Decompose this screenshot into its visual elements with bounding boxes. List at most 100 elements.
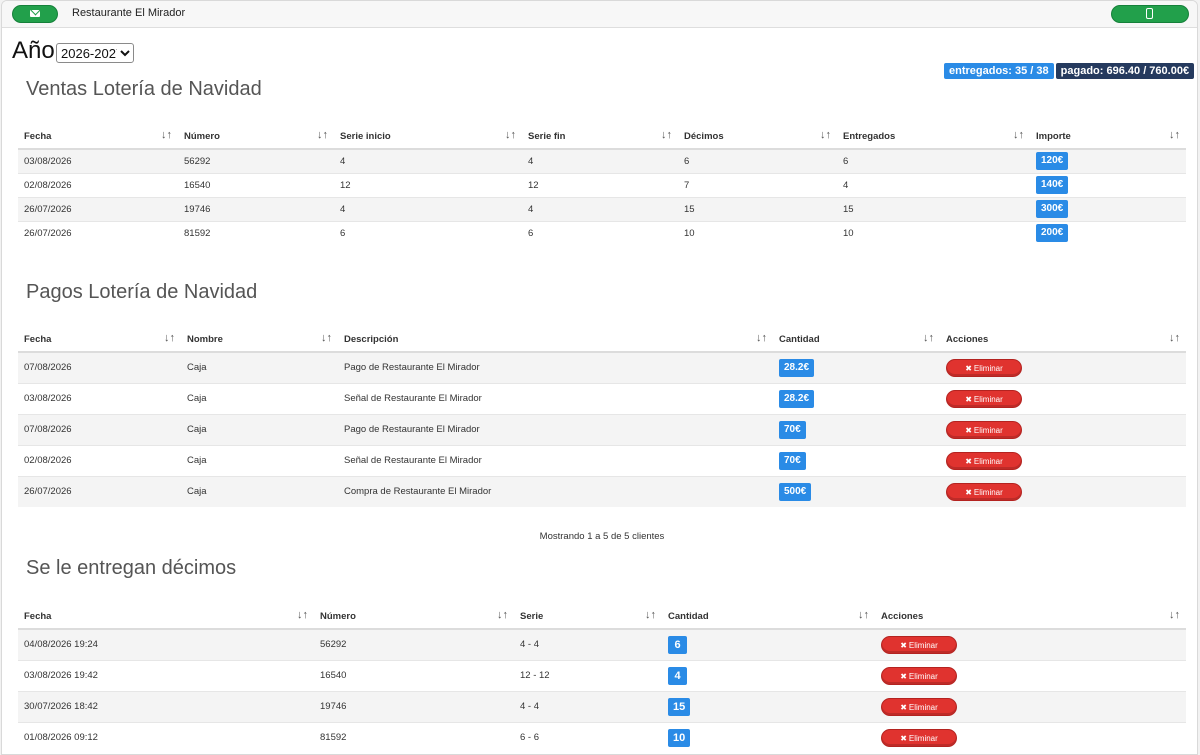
amount-badge: 120€ [1036, 152, 1069, 171]
date-text: 03/08/2026 [24, 155, 72, 167]
name-text: Caja [187, 424, 207, 435]
table-cell: 10 [678, 220, 837, 245]
column-header-label: Serie inicio [340, 130, 391, 142]
summary-badges: entregados: 35 / 38 pagado: 696.40 / 760… [944, 63, 1195, 79]
mobile-phone-icon [1146, 8, 1153, 19]
delete-button[interactable]: ✖ Eliminar [946, 389, 1022, 408]
sort-icon[interactable]: ↓↑ [161, 129, 172, 141]
tenths-text: 6 [684, 155, 690, 167]
column-header[interactable]: Entregados ↓↑ [837, 124, 1030, 150]
table-cell: 10 [837, 220, 1030, 245]
sort-icon[interactable]: ↓↑ [1169, 609, 1180, 621]
table-row: 02/08/2026 Caja Señal de Restaurante El Mi… [18, 444, 1186, 476]
sort-icon[interactable]: ↓↑ [297, 609, 308, 621]
delete-button[interactable]: ✖ Eliminar [946, 451, 1022, 470]
delete-button[interactable]: ✖ Eliminar [881, 728, 957, 747]
column-header-label: Nombre [187, 333, 223, 345]
sort-icon[interactable]: ↓↑ [661, 129, 672, 141]
close-icon: ✖ [965, 394, 972, 404]
table-cell: 81592 [314, 721, 514, 753]
delete-button[interactable]: ✖ Eliminar [881, 666, 957, 685]
sort-icon[interactable]: ↓↑ [1013, 129, 1024, 141]
delete-button[interactable]: ✖ Eliminar [946, 482, 1022, 501]
column-header[interactable]: Cantidad ↓↑ [773, 327, 940, 353]
column-header[interactable]: Nombre ↓↑ [181, 327, 338, 353]
column-header[interactable]: Serie inicio ↓↑ [334, 124, 522, 150]
sort-icon[interactable]: ↓↑ [923, 332, 934, 344]
date-text: 03/08/2026 [24, 393, 72, 404]
column-header-label: Acciones [881, 610, 924, 622]
column-header[interactable]: Serie ↓↑ [514, 604, 662, 630]
phone-button[interactable] [1111, 5, 1189, 23]
series-start-text: 4 [340, 203, 346, 215]
column-header[interactable]: Fecha ↓↑ [18, 327, 181, 353]
delete-button[interactable]: ✖ Eliminar [946, 358, 1022, 377]
column-header[interactable]: Fecha ↓↑ [18, 604, 314, 630]
series-text: 4 - 4 [520, 639, 540, 651]
column-header-label: Acciones [946, 333, 989, 345]
table-cell: 07/08/2026 [18, 413, 181, 445]
sales-title: Ventas Lotería de Navidad [26, 78, 262, 100]
table-row: 26/07/2026 19746 4 4 15 15 300€ [18, 196, 1186, 221]
delete-button[interactable]: ✖ Eliminar [881, 635, 957, 654]
sort-icon[interactable]: ↓↑ [164, 332, 175, 344]
datetime-text: 04/08/2026 19:24 [24, 639, 98, 651]
paid-badge: pagado: 696.40 / 760.00€ [1055, 63, 1195, 79]
amount-badge: 28.2€ [779, 358, 815, 377]
sort-icon[interactable]: ↓↑ [756, 332, 767, 344]
delivered-text: 10 [843, 227, 854, 239]
close-icon: ✖ [965, 363, 972, 373]
sort-icon[interactable]: ↓↑ [497, 609, 508, 621]
table-cell: 10 [662, 721, 875, 753]
email-button[interactable] [12, 5, 58, 23]
column-header[interactable]: Número ↓↑ [314, 604, 514, 630]
column-header[interactable]: Acciones ↓↑ [940, 327, 1186, 353]
amount-badge: 70€ [779, 451, 806, 470]
table-row: 07/08/2026 Caja Pago de Restaurante El Mir… [18, 351, 1186, 383]
table-cell: ✖ Eliminar [875, 628, 1186, 660]
table-cell: 6 [334, 220, 522, 245]
column-header[interactable]: Fecha ↓↑ [18, 124, 178, 150]
sort-icon[interactable]: ↓↑ [820, 129, 831, 141]
series-text: 6 - 6 [520, 732, 540, 744]
number-text: 16540 [184, 179, 211, 191]
series-text: 4 - 4 [520, 701, 540, 712]
sort-icon[interactable]: ↓↑ [858, 609, 869, 621]
table-cell: 6 [678, 148, 837, 173]
column-header[interactable]: Cantidad ↓↑ [662, 604, 875, 630]
sort-icon[interactable]: ↓↑ [505, 129, 516, 141]
series-end-text: 4 [528, 203, 534, 215]
delete-button-label: Eliminar [908, 640, 938, 650]
delete-button[interactable]: ✖ Eliminar [946, 420, 1022, 439]
table-cell: 02/08/2026 [18, 172, 178, 197]
column-header[interactable]: Número ↓↑ [178, 124, 334, 150]
table-cell: 70€ [773, 413, 940, 445]
column-header[interactable]: Importe ↓↑ [1030, 124, 1186, 150]
column-header-label: Importe [1036, 130, 1071, 142]
column-header-label: Cantidad [779, 333, 820, 345]
delete-button[interactable]: ✖ Eliminar [881, 697, 957, 716]
column-header-label: Fecha [24, 130, 52, 142]
description-text: Compra de Restaurante El Mirador [344, 486, 492, 498]
sales-table: Fecha ↓↑ Número ↓↑ Serie inicio ↓↑ Serie fin ↓↑… [18, 124, 1186, 245]
name-text: Caja [187, 486, 207, 498]
column-header[interactable]: Décimos ↓↑ [678, 124, 837, 150]
table-cell: 19746 [178, 196, 334, 221]
sort-icon[interactable]: ↓↑ [1169, 332, 1180, 344]
sort-icon[interactable]: ↓↑ [1169, 129, 1180, 141]
sort-icon[interactable]: ↓↑ [321, 332, 332, 344]
table-cell: 07/08/2026 [18, 351, 181, 383]
table-cell: 6 [837, 148, 1030, 173]
table-cell: ✖ Eliminar [940, 475, 1186, 507]
close-icon: ✖ [965, 487, 972, 497]
column-header[interactable]: Acciones ↓↑ [875, 604, 1186, 630]
series-start-text: 12 [340, 179, 351, 191]
year-select[interactable]: 2026-2027 [56, 43, 134, 63]
tenths-text: 7 [684, 179, 690, 191]
column-header[interactable]: Serie fin ↓↑ [522, 124, 678, 150]
column-header[interactable]: Descripción ↓↑ [338, 327, 773, 353]
sort-icon[interactable]: ↓↑ [645, 609, 656, 621]
sort-icon[interactable]: ↓↑ [317, 129, 328, 141]
delivered-text: 6 [843, 155, 849, 167]
table-cell: 16540 [314, 659, 514, 691]
